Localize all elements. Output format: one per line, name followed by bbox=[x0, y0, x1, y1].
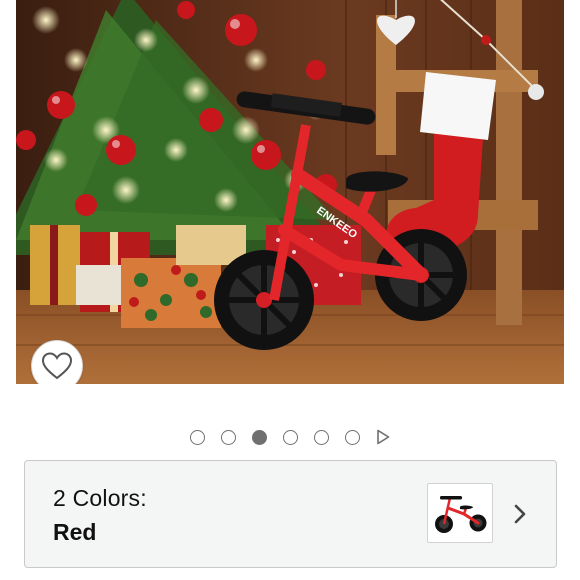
heart-outline-icon bbox=[42, 352, 72, 380]
variant-thumbnail[interactable] bbox=[427, 483, 493, 543]
product-image[interactable]: ENKEEO bbox=[16, 0, 564, 384]
image-carousel-indicator bbox=[0, 426, 580, 448]
carousel-dot[interactable] bbox=[220, 429, 236, 445]
product-photo: ENKEEO bbox=[16, 0, 564, 384]
carousel-dot-active[interactable] bbox=[251, 429, 267, 445]
chevron-right-icon[interactable] bbox=[511, 502, 529, 526]
color-variant-selector[interactable]: 2 Colors: Red bbox=[24, 460, 557, 568]
carousel-dot[interactable] bbox=[282, 429, 298, 445]
selected-variant-label: Red bbox=[53, 519, 97, 545]
carousel-dot[interactable] bbox=[344, 429, 360, 445]
carousel-dot[interactable] bbox=[313, 429, 329, 445]
variant-count-label: 2 Colors: bbox=[53, 485, 147, 511]
video-play-icon[interactable] bbox=[376, 429, 391, 445]
balance-bike-thumbnail-icon bbox=[435, 496, 487, 533]
favorite-button[interactable] bbox=[31, 340, 83, 384]
carousel-dot[interactable] bbox=[189, 429, 205, 445]
